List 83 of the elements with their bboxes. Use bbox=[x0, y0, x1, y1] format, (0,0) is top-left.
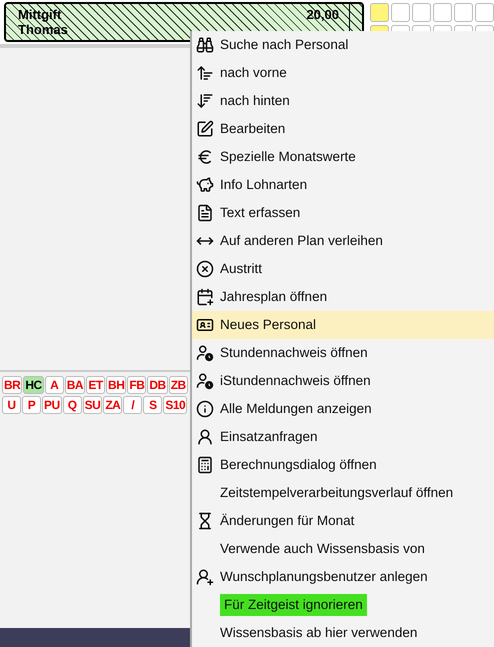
menu-item-label: Änderungen für Monat bbox=[220, 512, 354, 530]
menu-item[interactable]: Berechnungsdialog öffnen bbox=[192, 451, 494, 479]
circle-x-icon bbox=[196, 260, 214, 278]
code-button[interactable]: SU bbox=[82, 396, 102, 414]
document-icon bbox=[196, 204, 214, 222]
menu-item-label: Neues Personal bbox=[220, 316, 316, 334]
menu-item-label: Wunschplanungsbenutzer anlegen bbox=[220, 568, 428, 586]
code-button[interactable]: S bbox=[143, 396, 162, 414]
menu-item-label: Für Zeitgeist ignorieren bbox=[220, 594, 367, 616]
menu-item-label: iStundennachweis öffnen bbox=[220, 372, 371, 390]
code-button[interactable]: ZA bbox=[103, 396, 122, 414]
menu-item-label: Stundennachweis öffnen bbox=[220, 344, 368, 362]
user-clock-icon bbox=[196, 372, 214, 390]
day-cell[interactable] bbox=[391, 3, 410, 22]
user-icon bbox=[196, 428, 214, 446]
menu-item[interactable]: Verwende auch Wissensbasis von bbox=[192, 535, 494, 563]
code-button[interactable]: BR bbox=[2, 376, 22, 394]
code-button[interactable]: / bbox=[123, 396, 142, 414]
menu-item-label: Info Lohnarten bbox=[220, 176, 308, 194]
user-plus-icon bbox=[196, 568, 214, 586]
menu-item[interactable]: Stundennachweis öffnen bbox=[192, 339, 494, 367]
day-cell[interactable] bbox=[412, 3, 431, 22]
day-cell[interactable] bbox=[454, 3, 473, 22]
code-button[interactable]: DB bbox=[147, 376, 168, 394]
menu-item[interactable]: nach vorne bbox=[192, 59, 494, 87]
menu-item[interactable]: Für Zeitgeist ignorieren bbox=[192, 591, 494, 619]
menu-item[interactable]: Neues Personal bbox=[192, 311, 494, 339]
day-cell[interactable] bbox=[475, 3, 494, 22]
menu-item[interactable]: Zeitstempelverarbeitungsverlauf öffnen bbox=[192, 479, 494, 507]
euro-icon bbox=[196, 148, 214, 166]
menu-item-label: Spezielle Monatswerte bbox=[220, 148, 356, 166]
menu-item[interactable]: Info Lohnarten bbox=[192, 171, 494, 199]
code-button[interactable]: P bbox=[22, 396, 41, 414]
menu-item[interactable]: Wunschplanungsbenutzer anlegen bbox=[192, 563, 494, 591]
menu-item[interactable]: Alle Meldungen anzeigen bbox=[192, 395, 494, 423]
code-button[interactable]: HC bbox=[23, 376, 44, 394]
menu-item-label: Jahresplan öffnen bbox=[220, 288, 328, 306]
id-card-icon bbox=[196, 316, 214, 334]
sort-down-icon bbox=[196, 92, 214, 110]
piggy-bank-icon bbox=[196, 176, 214, 194]
menu-item-label: Austritt bbox=[220, 260, 262, 278]
menu-item-label: nach hinten bbox=[220, 92, 290, 110]
code-button[interactable]: PU bbox=[42, 396, 62, 414]
menu-item[interactable]: nach hinten bbox=[192, 87, 494, 115]
menu-item-label: Auf anderen Plan verleihen bbox=[220, 232, 383, 250]
hourglass-icon bbox=[196, 512, 214, 530]
user-clock-icon bbox=[196, 344, 214, 362]
day-cell[interactable] bbox=[433, 3, 452, 22]
menu-item[interactable]: Spezielle Monatswerte bbox=[192, 143, 494, 171]
sort-up-icon bbox=[196, 64, 214, 82]
code-button[interactable]: Q bbox=[62, 396, 82, 414]
code-button[interactable]: ZB bbox=[168, 376, 188, 394]
menu-item[interactable]: Wissensbasis ab hier verwenden bbox=[192, 619, 494, 647]
menu-item-label: Einsatzanfragen bbox=[220, 428, 318, 446]
menu-item-label: Wissensbasis ab hier verwenden bbox=[220, 624, 418, 642]
menu-item[interactable]: Bearbeiten bbox=[192, 115, 494, 143]
info-icon bbox=[196, 400, 214, 418]
menu-item[interactable]: Text erfassen bbox=[192, 199, 494, 227]
code-button[interactable]: BA bbox=[64, 376, 86, 394]
menu-item-label: Verwende auch Wissensbasis von bbox=[220, 540, 425, 558]
menu-item[interactable]: Einsatzanfragen bbox=[192, 423, 494, 451]
binoculars-icon bbox=[196, 36, 214, 54]
menu-item-label: nach vorne bbox=[220, 64, 287, 82]
code-button[interactable]: FB bbox=[127, 376, 146, 394]
menu-item[interactable]: iStundennachweis öffnen bbox=[192, 367, 494, 395]
code-button[interactable]: A bbox=[44, 376, 64, 394]
menu-item-label: Zeitstempelverarbeitungsverlauf öffnen bbox=[220, 484, 454, 502]
menu-item-label: Alle Meldungen anzeigen bbox=[220, 400, 372, 418]
day-cell[interactable] bbox=[370, 3, 389, 22]
code-button[interactable]: U bbox=[2, 396, 21, 414]
code-button[interactable]: S10 bbox=[163, 396, 188, 414]
code-button[interactable]: ET bbox=[86, 376, 106, 394]
menu-item[interactable]: Auf anderen Plan verleihen bbox=[192, 227, 494, 255]
edit-icon bbox=[196, 120, 214, 138]
calendar-plus-icon bbox=[196, 288, 214, 306]
menu-item[interactable]: Austritt bbox=[192, 255, 494, 283]
menu-item[interactable]: Änderungen für Monat bbox=[192, 507, 494, 535]
menu-item[interactable]: Jahresplan öffnen bbox=[192, 283, 494, 311]
menu-item-label: Bearbeiten bbox=[220, 120, 286, 138]
calculator-icon bbox=[196, 456, 214, 474]
code-button[interactable]: BH bbox=[106, 376, 126, 394]
menu-item-label: Text erfassen bbox=[220, 204, 300, 222]
menu-item-label: Berechnungsdialog öffnen bbox=[220, 456, 377, 474]
